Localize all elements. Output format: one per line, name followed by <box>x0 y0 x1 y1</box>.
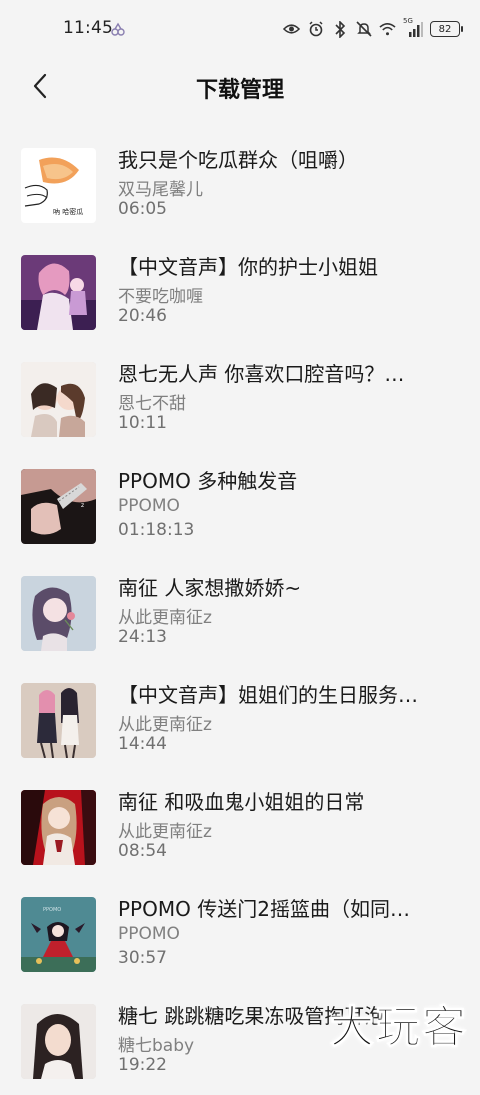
cover-image <box>21 1004 96 1079</box>
cover-image: PPOMO <box>21 897 96 972</box>
item-title: PPOMO 多种触发音 <box>118 469 298 493</box>
cover-image: z <box>21 469 96 544</box>
eye-icon <box>283 21 300 38</box>
item-author: PPOMO <box>118 496 180 516</box>
item-author: 恩七不甜 <box>118 394 186 414</box>
item-duration: 19:22 <box>118 1055 167 1075</box>
status-bar: 11:45 5G 82 <box>0 0 480 60</box>
status-time: 11:45 <box>63 18 113 38</box>
mute-icon <box>355 21 372 38</box>
cover-image <box>21 362 96 437</box>
item-title: 恩七无人声 你喜欢口腔音吗？… <box>118 362 405 386</box>
item-duration: 08:54 <box>118 841 167 861</box>
page-title: 下载管理 <box>195 78 284 103</box>
download-list: 吶 哈密瓜 我只是个吃瓜群众（咀嚼） 双马尾馨儿 06:05 【中文音声】你的护… <box>0 132 480 1095</box>
item-duration: 20:46 <box>118 306 167 326</box>
item-author: 双马尾馨儿 <box>118 180 203 200</box>
item-duration: 30:57 <box>118 948 167 968</box>
battery-indicator: 82 <box>430 21 463 37</box>
item-duration: 06:05 <box>118 199 167 219</box>
item-title: 南征 和吸血鬼小姐姐的日常 <box>118 790 365 814</box>
cover-image <box>21 683 96 758</box>
status-icons: 5G 82 <box>283 17 463 40</box>
svg-text:z: z <box>81 502 84 509</box>
item-author: 从此更南征z <box>118 822 212 842</box>
list-item[interactable]: 南征 人家想撒娇娇~ 从此更南征z 24:13 <box>0 560 480 667</box>
item-author: 糖七baby <box>118 1036 195 1056</box>
network-type-label: 5G <box>403 16 413 25</box>
item-author: 从此更南征z <box>118 715 212 735</box>
list-item[interactable]: 南征 和吸血鬼小姐姐的日常 从此更南征z 08:54 <box>0 774 480 881</box>
svg-text:PPOMO: PPOMO <box>43 907 61 913</box>
watermark: 大玩客 <box>330 1002 468 1054</box>
list-item[interactable]: z PPOMO 多种触发音 PPOMO 01:18:13 <box>0 453 480 560</box>
cover-image <box>21 255 96 330</box>
app-notification-icon <box>110 21 126 36</box>
item-title: PPOMO 传送门2摇篮曲（如同… <box>118 897 410 921</box>
item-title: 我只是个吃瓜群众（咀嚼） <box>118 148 358 172</box>
list-item[interactable]: 【中文音声】姐姐们的生日服务… 从此更南征z 14:44 <box>0 667 480 774</box>
item-author: PPOMO <box>118 924 180 944</box>
alarm-icon <box>307 21 324 38</box>
signal-icon: 5G <box>403 17 423 38</box>
item-duration: 01:18:13 <box>118 520 195 540</box>
list-item[interactable]: 恩七无人声 你喜欢口腔音吗？… 恩七不甜 10:11 <box>0 346 480 453</box>
cover-image <box>21 576 96 651</box>
item-title: 南征 人家想撒娇娇~ <box>118 576 302 600</box>
item-duration: 14:44 <box>118 734 167 754</box>
item-duration: 10:11 <box>118 413 167 433</box>
bluetooth-icon <box>331 20 348 38</box>
wifi-icon <box>379 21 396 38</box>
cover-image: 吶 哈密瓜 <box>21 148 96 223</box>
cover-caption: 吶 哈密瓜 <box>53 207 83 216</box>
list-item[interactable]: PPOMO PPOMO 传送门2摇篮曲（如同… PPOMO 30:57 <box>0 881 480 988</box>
list-item[interactable]: 【中文音声】你的护士小姐姐 不要吃咖喱 20:46 <box>0 239 480 346</box>
item-duration: 24:13 <box>118 627 167 647</box>
nav-bar: 下载管理 <box>0 60 480 116</box>
item-author: 不要吃咖喱 <box>118 287 203 307</box>
list-item[interactable]: 吶 哈密瓜 我只是个吃瓜群众（咀嚼） 双马尾馨儿 06:05 <box>0 132 480 239</box>
item-title: 【中文音声】姐姐们的生日服务… <box>118 683 418 707</box>
item-title: 【中文音声】你的护士小姐姐 <box>118 255 378 279</box>
item-author: 从此更南征z <box>118 608 212 628</box>
cover-image <box>21 790 96 865</box>
